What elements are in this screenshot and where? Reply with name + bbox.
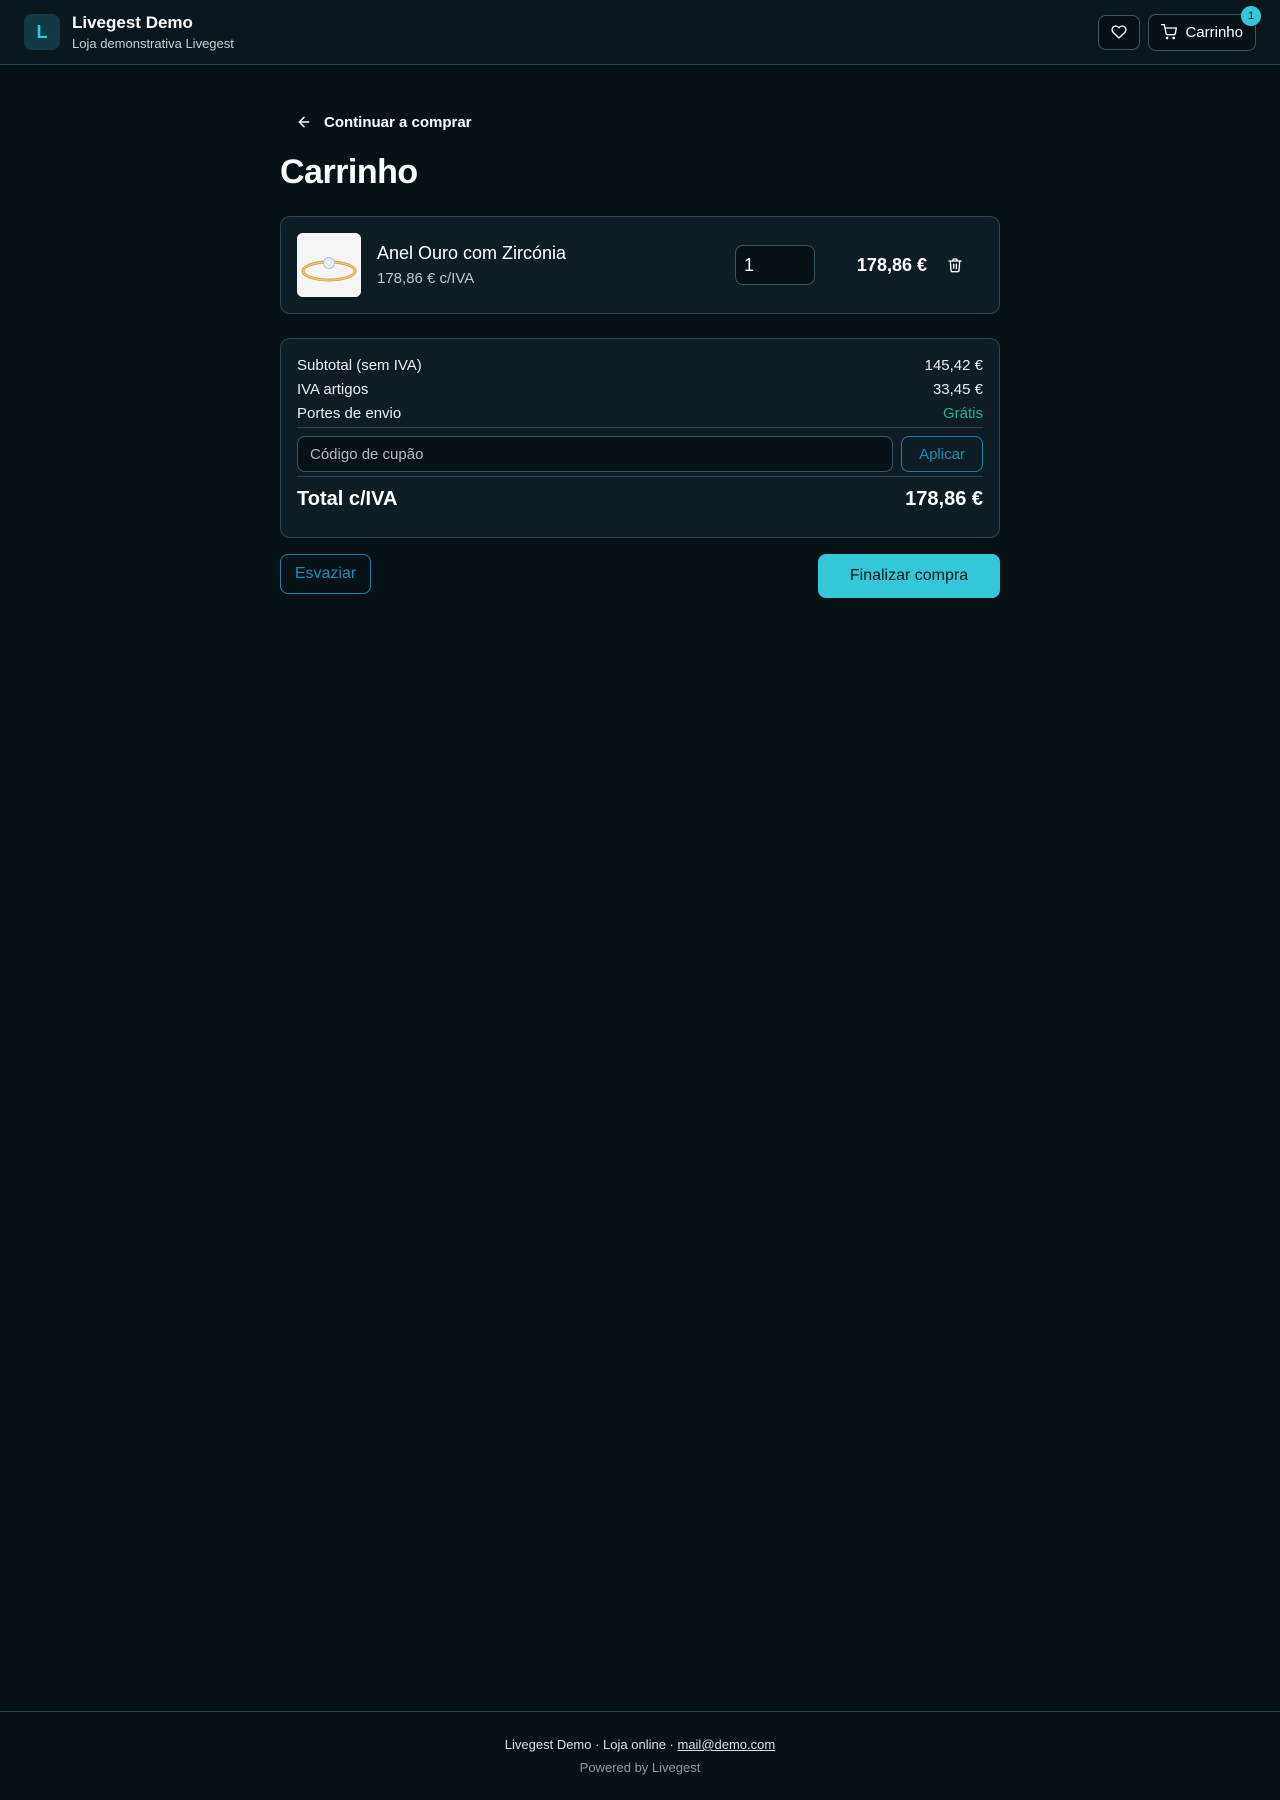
cart-count-badge: 1 bbox=[1241, 5, 1261, 26]
cart-item: Anel Ouro com Zircónia 178,86 € c/IVA 17… bbox=[280, 216, 1000, 314]
brand[interactable]: L Livegest Demo Loja demonstrativa Liveg… bbox=[24, 13, 234, 51]
vat-label: IVA artigos bbox=[297, 380, 369, 398]
powered-by: Powered by Livegest bbox=[579, 1760, 701, 1775]
item-info: Anel Ouro com Zircónia 178,86 € c/IVA bbox=[377, 243, 735, 287]
footer-info: Livegest Demo · Loja online · mail@demo.… bbox=[505, 1737, 775, 1752]
trash-icon bbox=[948, 258, 962, 273]
store-logo: L bbox=[24, 14, 60, 50]
order-summary: Subtotal (sem IVA) 145,42 € IVA artigos … bbox=[280, 338, 1000, 538]
store-name: Livegest Demo bbox=[72, 13, 193, 32]
product-thumbnail[interactable] bbox=[297, 233, 361, 297]
cart-icon bbox=[1161, 24, 1178, 40]
apply-coupon-button[interactable]: Aplicar bbox=[901, 436, 983, 472]
brand-text: Livegest Demo Loja demonstrativa Liveges… bbox=[72, 13, 234, 51]
subtotal-row: Subtotal (sem IVA) 145,42 € bbox=[297, 353, 983, 377]
remove-item-button[interactable] bbox=[927, 257, 983, 273]
main-content: Continuar a comprar Carrinho Anel Ouro c… bbox=[280, 65, 1000, 598]
site-footer: Livegest Demo · Loja online · mail@demo.… bbox=[0, 1711, 1280, 1800]
shipping-row: Portes de envio Grátis bbox=[297, 401, 983, 425]
cart-actions: Esvaziar Finalizar compra bbox=[280, 554, 1000, 598]
total-value: 178,86 € bbox=[905, 487, 983, 510]
empty-cart-button[interactable]: Esvaziar bbox=[280, 554, 371, 594]
subtotal-value: 145,42 € bbox=[924, 356, 983, 374]
total-label: Total c/IVA bbox=[297, 487, 398, 510]
store-subtitle: Loja demonstrativa Livegest bbox=[72, 36, 234, 51]
page-title: Carrinho bbox=[280, 153, 418, 191]
coupon-input[interactable] bbox=[297, 436, 893, 472]
continue-shopping-link[interactable]: Continuar a comprar bbox=[280, 103, 488, 141]
header-actions: Carrinho 1 bbox=[1098, 5, 1261, 51]
item-name[interactable]: Anel Ouro com Zircónia bbox=[377, 243, 735, 264]
continue-shopping-label: Continuar a comprar bbox=[324, 113, 472, 131]
subtotal-label: Subtotal (sem IVA) bbox=[297, 356, 422, 374]
vat-value: 33,45 € bbox=[932, 380, 983, 398]
total-row: Total c/IVA 178,86 € bbox=[297, 477, 983, 521]
cart-label: Carrinho bbox=[1185, 23, 1243, 41]
arrow-left-icon bbox=[298, 116, 310, 128]
summary-divider bbox=[297, 427, 983, 428]
checkout-button[interactable]: Finalizar compra bbox=[818, 554, 1000, 598]
shipping-label: Portes de envio bbox=[297, 404, 402, 422]
heart-icon bbox=[1111, 25, 1128, 39]
item-unit-price: 178,86 € c/IVA bbox=[377, 270, 475, 287]
footer-text: Livegest Demo · Loja online · bbox=[504, 1737, 678, 1752]
shipping-value: Grátis bbox=[942, 404, 983, 422]
item-line-total: 178,86 € bbox=[856, 254, 927, 275]
wishlist-button[interactable] bbox=[1098, 14, 1141, 50]
cart-button[interactable]: Carrinho 1 bbox=[1148, 5, 1261, 51]
vat-row: IVA artigos 33,45 € bbox=[297, 377, 983, 401]
footer-email-link[interactable]: mail@demo.com bbox=[677, 1737, 775, 1752]
ring-image bbox=[297, 233, 361, 297]
quantity-input[interactable] bbox=[735, 245, 815, 285]
coupon-row: Aplicar bbox=[297, 436, 983, 472]
site-header: L Livegest Demo Loja demonstrativa Liveg… bbox=[0, 0, 1280, 65]
